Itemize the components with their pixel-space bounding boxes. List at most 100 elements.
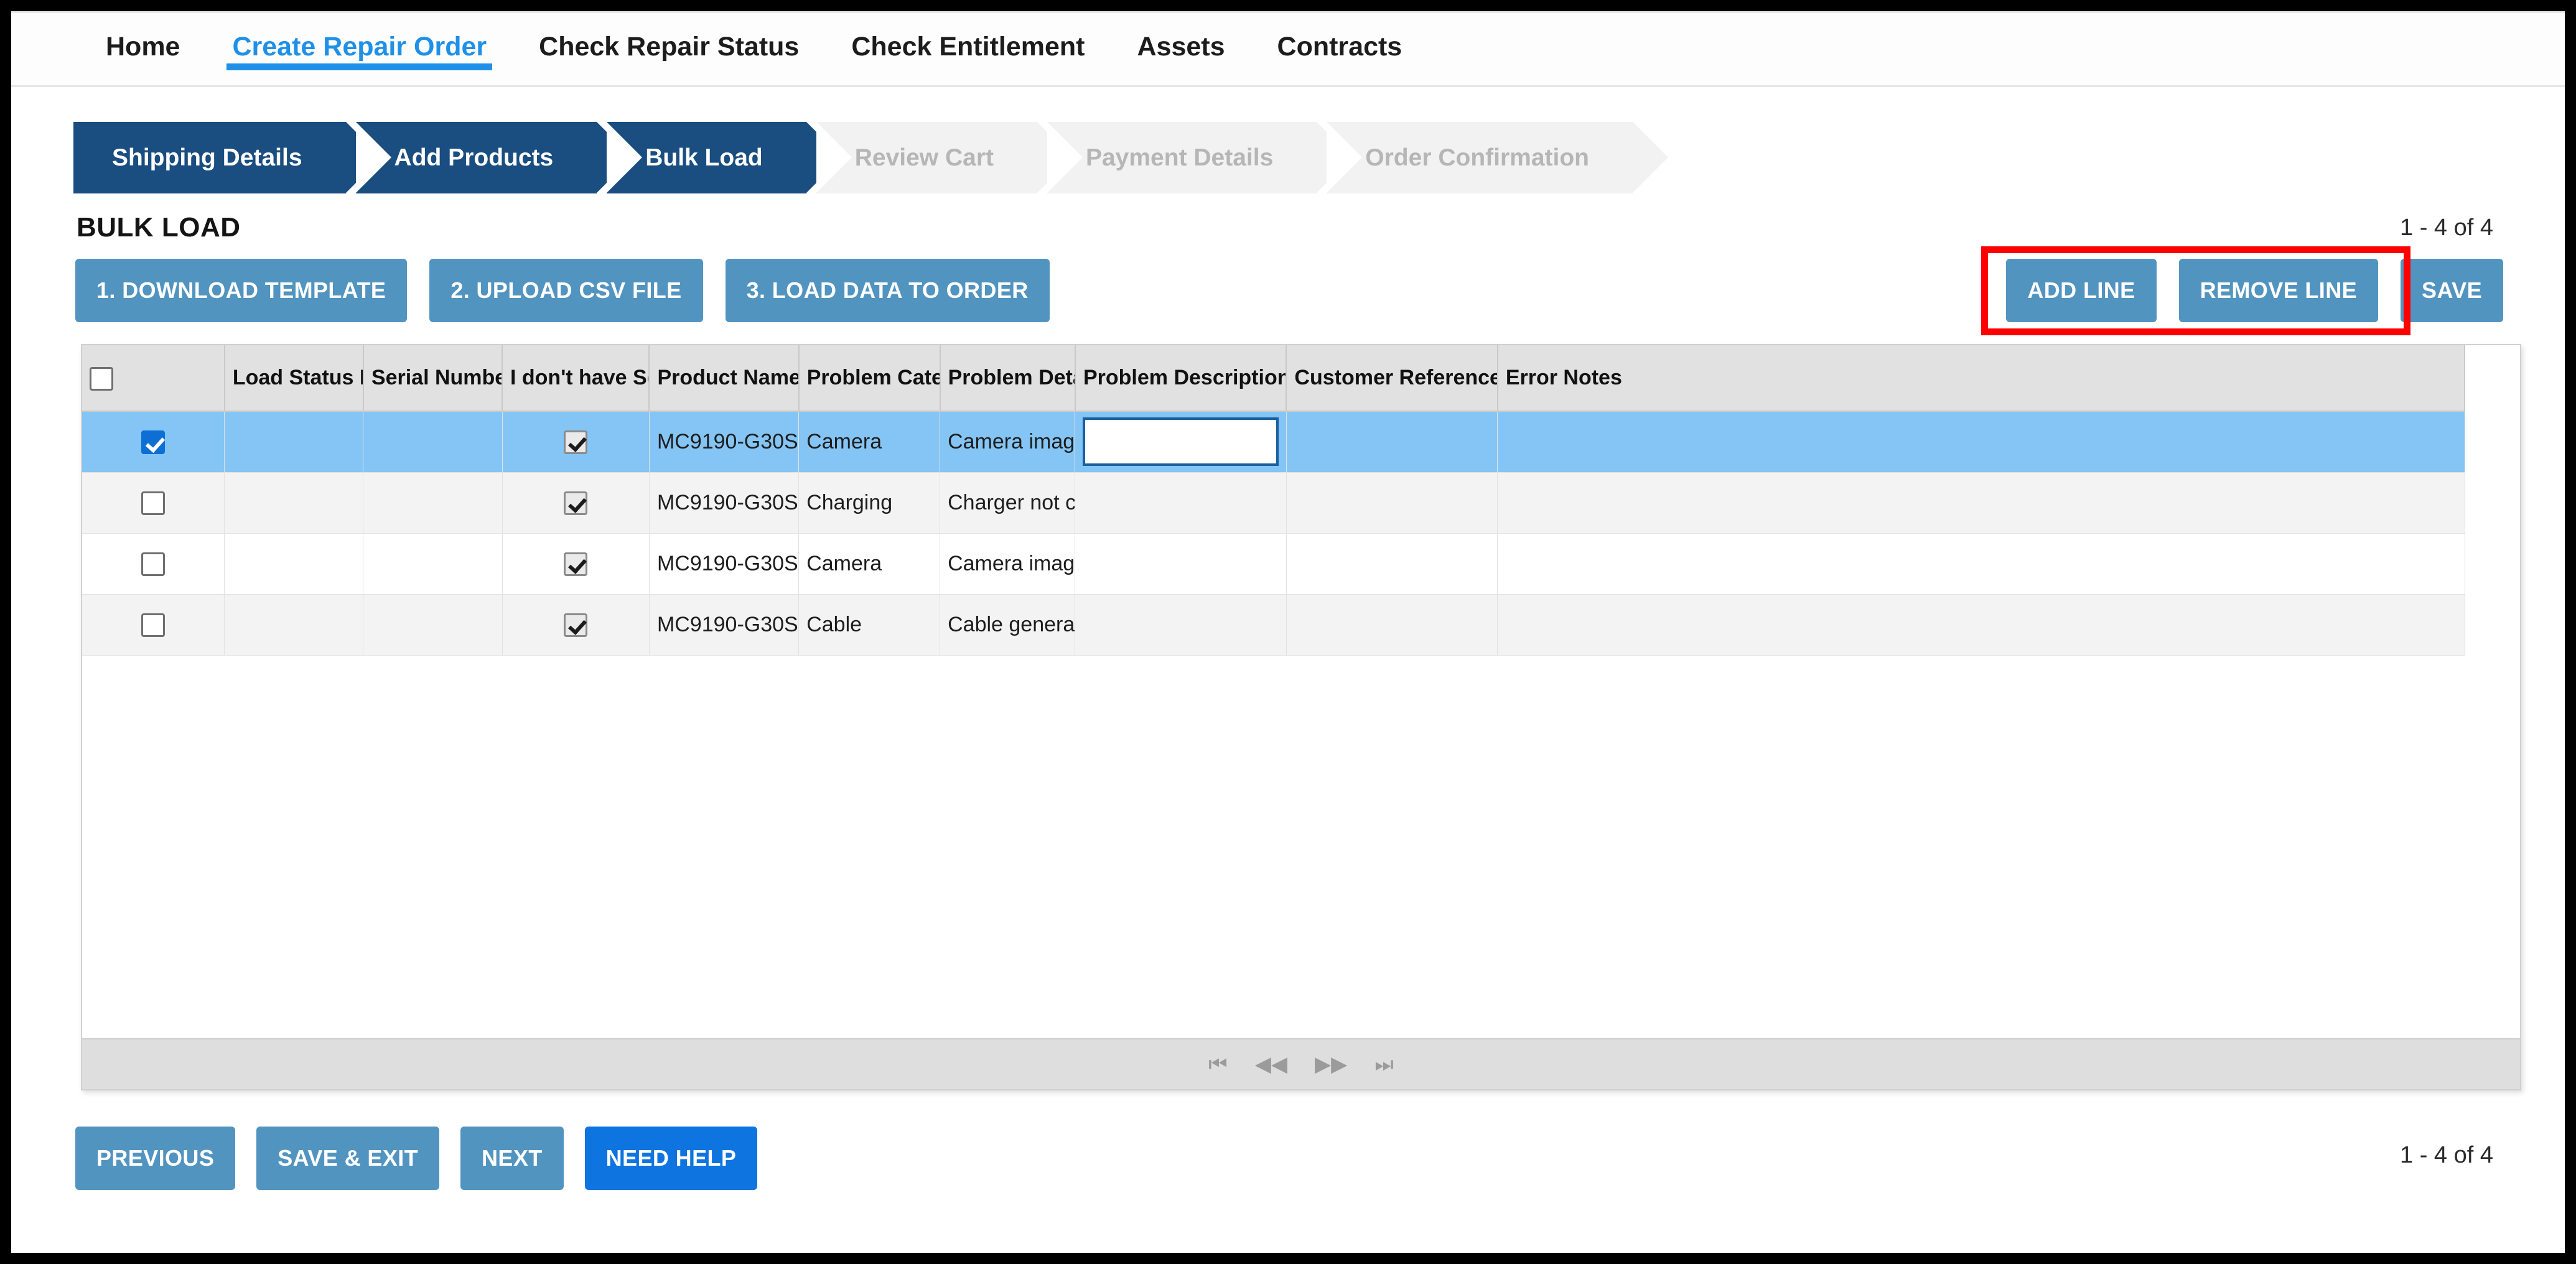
select-all-header[interactable]: [82, 345, 225, 412]
1-download-template-button[interactable]: 1. DOWNLOAD TEMPLATE: [75, 259, 408, 322]
cell-no-serial[interactable]: [502, 533, 650, 595]
cell-no-serial[interactable]: [502, 472, 650, 534]
save-button[interactable]: SAVE: [2401, 259, 2503, 322]
2-upload-csv-file-button[interactable]: 2. UPLOAD CSV FILE: [429, 259, 703, 322]
row-select-cell[interactable]: [82, 411, 225, 473]
cell-error-notes[interactable]: [1497, 411, 2465, 473]
cell-problem-description[interactable]: [1075, 533, 1287, 595]
cell-problem-description[interactable]: [1075, 594, 1287, 656]
cell-error-notes[interactable]: [1497, 533, 2465, 595]
cell-customer-reference-number[interactable]: [1286, 411, 1498, 473]
cell-problem-detail[interactable]: Camera image f…: [940, 411, 1076, 473]
step-payment-details[interactable]: Payment Details: [1047, 122, 1353, 193]
cell-problem-description[interactable]: [1075, 411, 1287, 473]
next-button[interactable]: NEXT: [460, 1127, 564, 1190]
3-load-data-to-order-button[interactable]: 3. LOAD DATA TO ORDER: [725, 259, 1050, 322]
step-label: Payment Details: [1085, 144, 1274, 171]
table-row[interactable]: MC9190-G30SW…CameraCamera image f…: [82, 533, 2465, 595]
no-serial-checkbox[interactable]: [564, 552, 588, 576]
cell-problem-category[interactable]: Camera: [798, 411, 941, 473]
column-header-problem-detail[interactable]: Problem Detail: [940, 345, 1076, 412]
row-select-cell[interactable]: [82, 472, 225, 534]
table-body: MC9190-G30SW…CameraCamera image f…MC9190…: [82, 411, 2465, 656]
cell-problem-category[interactable]: Camera: [798, 533, 941, 595]
row-select-cell[interactable]: [82, 594, 225, 656]
cell-problem-detail[interactable]: Cable general pr…: [940, 594, 1076, 656]
cell-load-status-flag[interactable]: [224, 533, 364, 595]
table-row[interactable]: MC9190-G30SW…ChargingCharger not char…: [82, 472, 2465, 534]
cell-product-name[interactable]: MC9190-G30SW…: [649, 594, 800, 656]
remove-line-button[interactable]: REMOVE LINE: [2178, 259, 2379, 322]
column-header-product-name[interactable]: Product Name: [649, 345, 800, 412]
cell-customer-reference-number[interactable]: [1286, 533, 1498, 595]
cell-problem-category[interactable]: Cable: [798, 594, 941, 656]
add-line-button[interactable]: ADD LINE: [2006, 259, 2157, 322]
cell-product-name[interactable]: MC9190-G30SW…: [649, 411, 800, 473]
row-select-checkbox[interactable]: [141, 552, 166, 576]
cell-error-notes[interactable]: [1497, 472, 2465, 534]
table-row[interactable]: MC9190-G30SW…CameraCamera image f…: [82, 411, 2465, 473]
cell-serial-number[interactable]: [363, 594, 503, 656]
no-serial-checkbox[interactable]: [564, 491, 588, 515]
nav-tab-check-entitlement[interactable]: Check Entitlement: [825, 13, 1111, 85]
first-page-icon[interactable]: ⏮: [1208, 1054, 1228, 1075]
grid-pagination-footer: ⏮ ◀◀ ▶▶ ⏭: [82, 1038, 2520, 1089]
last-page-icon[interactable]: ⏭: [1374, 1054, 1394, 1075]
cell-serial-number[interactable]: [363, 411, 503, 473]
cell-problem-description[interactable]: [1075, 472, 1287, 534]
nav-tab-assets[interactable]: Assets: [1111, 13, 1251, 85]
no-serial-checkbox[interactable]: [564, 613, 588, 637]
column-header-serial-number[interactable]: Serial Number: [363, 345, 503, 412]
previous-page-icon[interactable]: ◀◀: [1255, 1054, 1287, 1075]
cell-problem-detail[interactable]: Camera image f…: [940, 533, 1076, 595]
cell-load-status-flag[interactable]: [224, 472, 364, 534]
nav-tab-contracts[interactable]: Contracts: [1251, 13, 1429, 85]
table-row[interactable]: MC9190-G30SW…CableCable general pr…: [82, 594, 2465, 656]
select-all-checkbox[interactable]: [90, 366, 113, 391]
need-help-button[interactable]: NEED HELP: [584, 1127, 758, 1190]
cell-problem-detail[interactable]: Charger not char…: [940, 472, 1076, 534]
cell-serial-number[interactable]: [363, 533, 503, 595]
column-header-i-don-t-have-serial[interactable]: I don't have Serial: [502, 345, 650, 412]
row-select-checkbox[interactable]: [141, 430, 166, 455]
cell-no-serial[interactable]: [502, 594, 650, 656]
header-row: Load Status FlagSerial NumberI don't hav…: [82, 345, 2466, 412]
save-exit-button[interactable]: SAVE & EXIT: [256, 1127, 440, 1190]
cell-customer-reference-number[interactable]: [1286, 594, 1498, 656]
step-shipping-details[interactable]: Shipping Details: [73, 122, 381, 193]
cell-product-name[interactable]: MC9190-G30SW…: [649, 533, 800, 595]
step-add-products[interactable]: Add Products: [355, 122, 632, 193]
row-select-checkbox[interactable]: [141, 613, 166, 637]
grid-scroll-area[interactable]: Load Status FlagSerial NumberI don't hav…: [82, 345, 2520, 1039]
application-window: Home Create Repair Order Check Repair Stat…: [11, 11, 2565, 1253]
cell-customer-reference-number[interactable]: [1286, 472, 1498, 534]
column-header-load-status-flag[interactable]: Load Status Flag: [224, 345, 364, 412]
row-select-checkbox[interactable]: [141, 491, 166, 515]
cell-serial-number[interactable]: [363, 472, 503, 534]
nav-tab-home[interactable]: Home: [80, 13, 206, 85]
column-header-problem-category[interactable]: Problem Category: [798, 345, 941, 412]
row-select-cell[interactable]: [82, 533, 225, 595]
main-navigation-bar: Home Create Repair Order Check Repair Stat…: [11, 11, 2565, 87]
wizard-navigation-buttons: PREVIOUS SAVE & EXIT NEXT NEED HELP: [75, 1127, 758, 1190]
cell-error-notes[interactable]: [1497, 594, 2465, 656]
cell-no-serial[interactable]: [502, 411, 650, 473]
step-order-confirmation[interactable]: Order Confirmation: [1327, 122, 1668, 193]
cell-load-status-flag[interactable]: [224, 594, 364, 656]
column-header-error-notes[interactable]: Error Notes: [1497, 345, 2466, 412]
no-serial-checkbox[interactable]: [564, 430, 588, 455]
step-bulk-load[interactable]: Bulk Load: [607, 122, 842, 193]
previous-button[interactable]: PREVIOUS: [75, 1127, 236, 1190]
nav-tab-create-repair-order[interactable]: Create Repair Order: [206, 13, 513, 85]
problem-description-input[interactable]: [1083, 417, 1279, 467]
bulk-load-step-buttons: 1. DOWNLOAD TEMPLATE 2. UPLOAD CSV FILE 3.…: [75, 259, 1050, 322]
cell-load-status-flag[interactable]: [224, 411, 364, 473]
next-page-icon[interactable]: ▶▶: [1315, 1054, 1347, 1075]
step-label: Review Cart: [854, 144, 994, 171]
cell-product-name[interactable]: MC9190-G30SW…: [649, 472, 800, 534]
column-header-customer-reference-numbe[interactable]: Customer Reference Numbe: [1286, 345, 1498, 412]
cell-problem-category[interactable]: Charging: [798, 472, 941, 534]
nav-tab-check-repair-status[interactable]: Check Repair Status: [513, 13, 825, 85]
step-review-cart[interactable]: Review Cart: [816, 122, 1073, 193]
column-header-problem-description[interactable]: Problem Description: [1075, 345, 1287, 412]
